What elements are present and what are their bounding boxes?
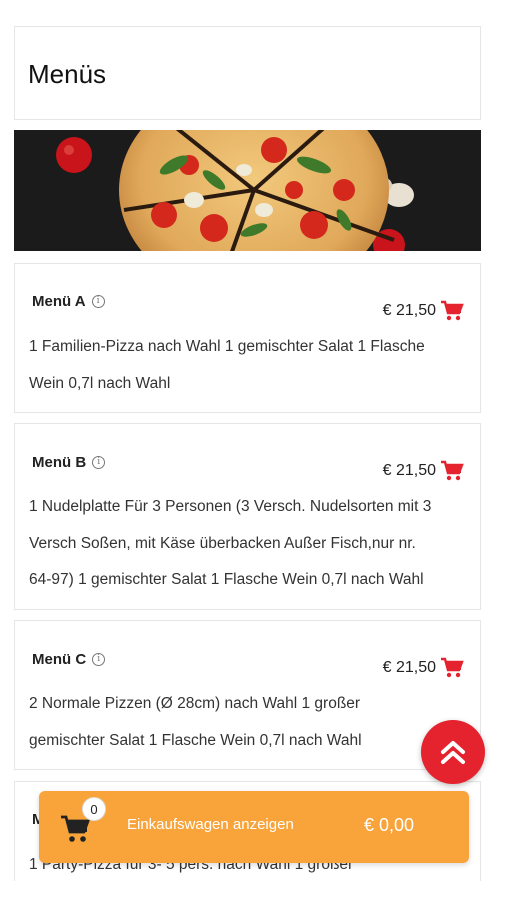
cart-total: € 0,00 [364, 815, 415, 835]
info-icon[interactable]: i [92, 456, 106, 469]
menu-description-line: 1 Familien-Pizza nach Wahl 1 gemischter … [29, 338, 425, 355]
cart-icon[interactable] [440, 657, 464, 679]
scroll-to-top-button[interactable] [421, 720, 485, 784]
menu-description-line: 1 Nudelplatte Für 3 Personen (3 Versch. … [29, 498, 432, 515]
menu-name: Menü B i [32, 454, 106, 471]
menu-description: 1 Familien-Pizza nach Wahl 1 gemischter … [29, 329, 476, 402]
menu-name-label: Menü A [32, 293, 86, 310]
menu-description-line: Versch Soßen, mit Käse überbacken Außer … [29, 534, 416, 552]
cart-icon[interactable] [440, 460, 464, 482]
menu-card-c[interactable]: Menü C i € 21,50 2 Normale Pizzen (Ø 28c… [14, 620, 481, 770]
menu-description-line: Wein 0,7l nach Wahl [29, 374, 171, 392]
chevrons-up-icon [441, 741, 465, 764]
menu-price-value: € 21,50 [382, 462, 436, 479]
menu-name-label: Menü C [32, 651, 87, 668]
menu-price[interactable]: € 21,50 [383, 300, 464, 322]
menu-name: Menü C i [32, 651, 106, 668]
page-title: Menüs [28, 59, 107, 89]
menu-card-a[interactable]: Menü A i € 21,50 1 Familien-Pizza nach W… [14, 263, 481, 413]
page-header: Menüs [14, 26, 481, 120]
view-cart-label: Einkaufswagen anzeigen [127, 816, 294, 833]
menu-description-line: 2 Normale Pizzen (Ø 28cm) nach Wahl 1 gr… [29, 695, 361, 712]
menu-description: 1 Nudelplatte Für 3 Personen (3 Versch. … [29, 489, 476, 599]
menu-card-b[interactable]: Menü B i € 21,50 1 Nudelplatte Für 3 Per… [14, 423, 481, 610]
info-icon[interactable]: i [91, 295, 105, 308]
menu-name-label: Menü B [32, 454, 87, 471]
pizza-banner-image [14, 130, 481, 251]
menu-name: Menü A i [32, 293, 105, 310]
pizza-illustration [14, 130, 481, 251]
menu-price[interactable]: € 21,50 [383, 460, 464, 482]
menu-price-value: € 21,50 [382, 302, 436, 319]
menu-description-line: gemischter Salat 1 Flasche Wein 0,7l nac… [29, 731, 362, 749]
menu-price[interactable]: € 21,50 [383, 657, 464, 679]
cart-icon[interactable] [440, 300, 464, 322]
menu-description-line: 64-97) 1 gemischter Salat 1 Flasche Wein… [29, 571, 424, 588]
menu-description: 2 Normale Pizzen (Ø 28cm) nach Wahl 1 gr… [29, 686, 476, 759]
view-cart-button[interactable]: 0 Einkaufswagen anzeigen € 0,00 [39, 791, 469, 863]
menu-price-value: € 21,50 [382, 659, 436, 676]
cart-count-badge: 0 [82, 797, 106, 821]
info-icon[interactable]: i [92, 653, 106, 666]
